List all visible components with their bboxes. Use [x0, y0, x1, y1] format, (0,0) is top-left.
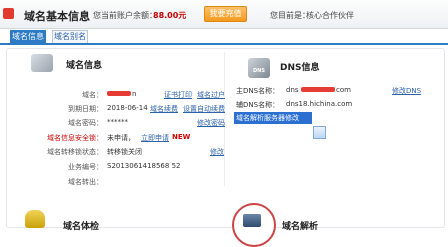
- security-lock-label: 域名信息安全锁：: [47, 134, 103, 142]
- redacted-dns: [301, 87, 335, 92]
- cert-print-link[interactable]: 证书打印: [164, 90, 192, 100]
- redacted-domain: [107, 91, 131, 96]
- domain-transfer-link[interactable]: 域名过户: [197, 90, 225, 100]
- tab-bar: 域名信息 域名别名: [0, 29, 448, 45]
- password-value: ******: [107, 118, 128, 126]
- globe-icon: [31, 54, 53, 72]
- expiry-value: 2018-06-14: [107, 104, 148, 112]
- monitor-icon: [243, 214, 261, 227]
- new-badge: NEW: [172, 133, 191, 141]
- transfer-lock-label: 域名转移锁状态：: [47, 148, 103, 156]
- balance-value: 88.00元: [153, 11, 187, 20]
- identity-value: 核心合作伙伴: [306, 11, 354, 20]
- domain-resolve-title: 域名解析: [282, 222, 319, 232]
- change-password-link[interactable]: 修改密码: [197, 118, 225, 128]
- dns-info-title: DNS信息: [280, 63, 320, 73]
- transfer-lock-value: 转移锁关闭: [107, 148, 142, 156]
- shield-icon: [25, 210, 45, 228]
- apply-now-link[interactable]: 立即申请: [141, 133, 169, 143]
- tab-domain-alias[interactable]: 域名别名: [52, 30, 88, 43]
- business-id-value: S2013061418568 52: [107, 162, 181, 170]
- expiry-label: 到期日期：: [68, 105, 103, 113]
- modify-dns-link[interactable]: 修改DNS: [392, 86, 421, 96]
- outbound-label: 域名转出：: [68, 178, 103, 186]
- dns-server-icon: DNS: [248, 58, 270, 78]
- domain-info-title: 域名信息: [66, 61, 103, 71]
- identity-label: 您目前是：: [270, 11, 310, 20]
- password-label: 域名密码：: [68, 119, 103, 127]
- image-placeholder-icon: [313, 126, 326, 139]
- recharge-button[interactable]: 我要充值: [204, 6, 247, 22]
- page-title: 域名基本信息: [24, 10, 90, 23]
- domain-checkup-title: 域名体检: [63, 222, 100, 232]
- primary-dns-prefix: dns: [286, 86, 299, 94]
- primary-dns-label: 主DNS名称：: [236, 87, 280, 95]
- balance-label: 您当前账户余额：: [93, 11, 157, 20]
- domain-value-suffix: n: [132, 90, 137, 98]
- auto-renew-link[interactable]: 设置自动续费: [183, 104, 225, 114]
- secondary-dns-value: dns18.hichina.com: [286, 100, 353, 108]
- tab-domain-info[interactable]: 域名信息: [10, 30, 46, 43]
- modify-link[interactable]: 修改: [210, 147, 224, 157]
- domain-label: 域名：: [82, 91, 103, 99]
- business-id-label: 业务编号：: [68, 163, 103, 171]
- dns-modify-selection[interactable]: 域名解析服务器修改: [234, 112, 312, 124]
- top-bar: 域名基本信息 您当前账户余额： 88.00元 我要充值 您目前是： 核心合作伙伴: [0, 0, 448, 29]
- secondary-dns-label: 辅DNS名称：: [236, 101, 280, 109]
- security-lock-value: 未申请，: [107, 134, 135, 142]
- domain-info-icon: [3, 8, 14, 19]
- domain-renew-link[interactable]: 域名续费: [150, 104, 178, 114]
- primary-dns-suffix: com: [336, 86, 351, 94]
